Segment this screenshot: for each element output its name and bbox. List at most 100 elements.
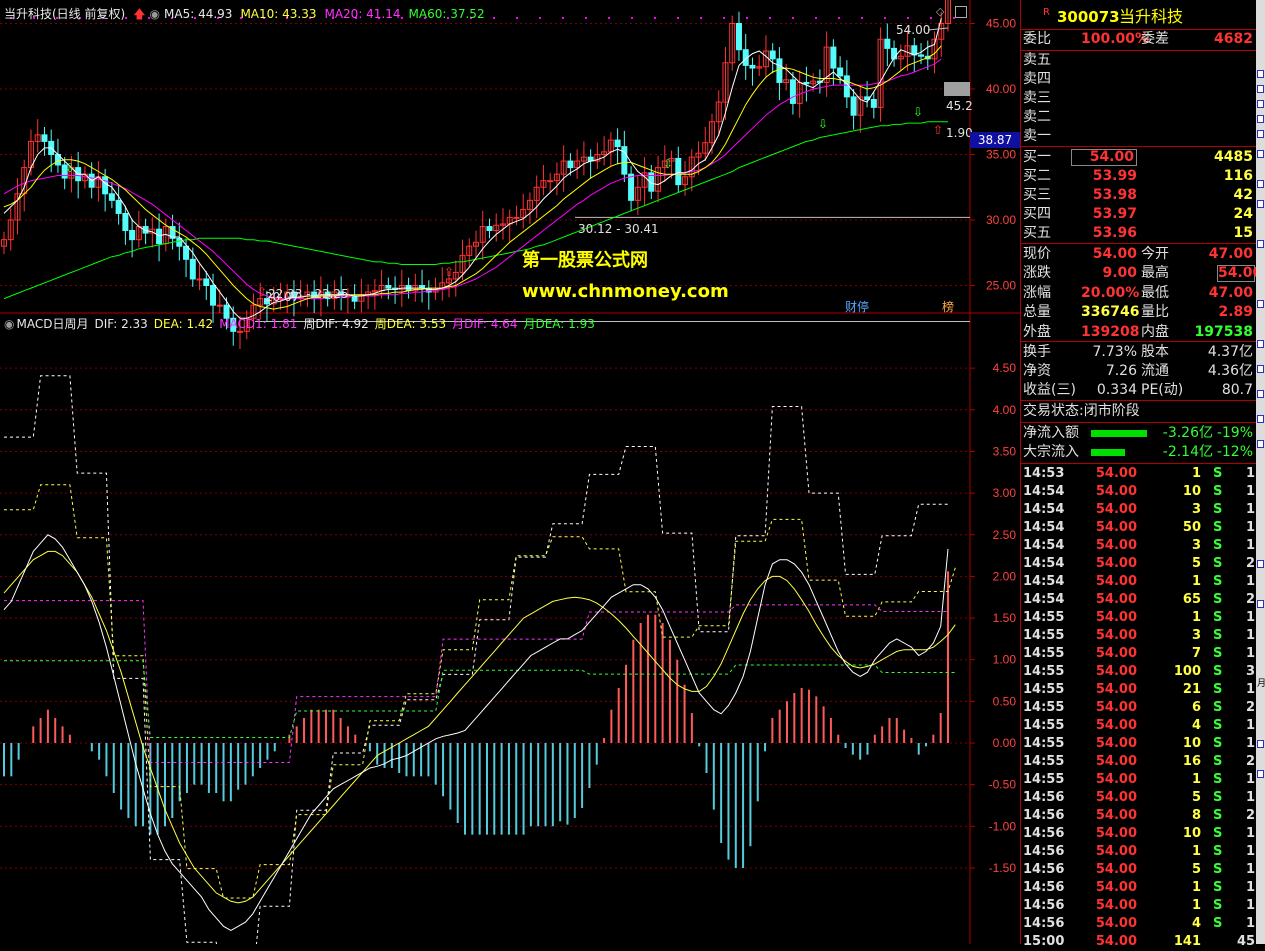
tick-row: 14:54 54.00 3 S 1 [1021, 501, 1257, 519]
settings-icon[interactable]: ◉ [150, 7, 160, 21]
toolbar-icon[interactable] [1257, 180, 1264, 188]
candle-body [156, 228, 163, 245]
chart-area[interactable]: 50.0045.0040.0035.0030.0025.00⇩⇩⇩⇩⇧⇧⇧4.5… [0, 0, 1020, 944]
candle-body [210, 285, 217, 306]
candle-body [789, 79, 796, 104]
macd-axis-tick-label: 0.00 [993, 736, 1017, 750]
toolbar-icon[interactable] [1257, 70, 1264, 78]
fund-value: 7.73% [1092, 344, 1137, 360]
candle-body [203, 278, 210, 287]
toolbar-icon[interactable] [1257, 150, 1264, 158]
tick-side: S [1213, 808, 1223, 823]
toolbar-icon[interactable] [1257, 240, 1264, 248]
tick-row: 14:55 54.00 4 S 1 [1021, 717, 1257, 735]
ma60-line [3, 121, 948, 300]
tick-side: S [1213, 826, 1223, 841]
stat-label: 现价 [1023, 246, 1051, 262]
tick-volume: 1 [1191, 844, 1201, 859]
toolbar-icon[interactable] [1257, 200, 1264, 208]
weibi-value: 100.00% [1081, 31, 1150, 47]
toolbar-icon[interactable] [1257, 130, 1264, 138]
tick-price: 54.00 [1095, 700, 1137, 715]
tick-volume: 1 [1191, 574, 1201, 589]
toolbar-icon[interactable] [1257, 100, 1264, 108]
toolbar-icon[interactable] [1257, 770, 1264, 778]
buy-level-row[interactable]: 买五 53.96 15 [1021, 224, 1257, 243]
stat-row: 涨幅 20.00% 最低 47.00 [1021, 284, 1257, 303]
price-axis-tick-label: 35.00 [986, 148, 1016, 162]
tick-time: 14:53 [1023, 466, 1065, 481]
toolbar-icon[interactable] [1257, 300, 1264, 308]
weibi-row: 委比 100.00% 委差 4682 [1021, 30, 1257, 49]
toolbar-icon[interactable] [1257, 415, 1264, 423]
fund-value: 7.26 [1105, 363, 1137, 379]
buy-level-row[interactable]: 买二 53.99 116 [1021, 167, 1257, 186]
window-restore-icon[interactable] [955, 6, 967, 18]
tick-row: 14:54 54.00 10 S 1 [1021, 483, 1257, 501]
candle-body [769, 50, 776, 60]
tick-volume: 100 [1173, 664, 1201, 679]
tick-side: S [1213, 628, 1223, 643]
tick-count: 1 [1245, 628, 1255, 643]
tick-row: 14:55 54.00 1 S 1 [1021, 771, 1257, 789]
candle-body [41, 134, 48, 142]
diamond-icon[interactable]: ◇ [936, 5, 944, 18]
tick-time: 14:55 [1023, 736, 1065, 751]
settings-icon[interactable]: ◉ [4, 317, 14, 331]
toolbar-icon[interactable] [1257, 390, 1264, 398]
caibao-badge[interactable]: 财停 [845, 298, 869, 315]
tick-count: 1 [1245, 844, 1255, 859]
toolbar-icon[interactable] [1257, 740, 1264, 748]
buy-level-row[interactable]: 买三 53.98 42 [1021, 186, 1257, 205]
tick-volume: 10 [1182, 826, 1201, 841]
weicha-label: 委差 [1141, 31, 1169, 47]
toolbar-icon[interactable] [1257, 440, 1264, 448]
tick-side: S [1213, 646, 1223, 661]
toolbar-icon[interactable] [1257, 340, 1264, 348]
stat-value-2: 2.89 [1218, 304, 1253, 321]
tick-volume: 3 [1191, 502, 1201, 517]
tick-volume: 4 [1191, 916, 1201, 931]
buy-level-row[interactable]: 买一 54.00 4485 [1021, 148, 1257, 167]
tick-volume: 50 [1182, 520, 1201, 535]
signal-dot [654, 17, 656, 19]
buy-level-price: 53.98 [1092, 187, 1137, 203]
right-mark-2: 1.90 [946, 126, 973, 140]
tick-time: 14:55 [1023, 700, 1065, 715]
toolbar-icon[interactable] [1257, 85, 1264, 93]
ma10-line [3, 45, 942, 310]
gray-price-box [944, 82, 970, 96]
fund-flow-row: 净流入额 -3.26亿 -19% [1021, 424, 1257, 443]
toolbar-icon[interactable] [1257, 560, 1264, 568]
candle-body [115, 199, 122, 214]
watermark-url: www.chnmoney.com [522, 281, 729, 302]
fund-value-2: 80.7 [1221, 382, 1253, 398]
fund-value-2: 4.37亿 [1207, 344, 1253, 360]
fundamental-row: 换手 7.73% 股本 4.37亿 [1021, 343, 1257, 362]
candle-body [513, 216, 520, 219]
bang-badge[interactable]: 榜 [942, 298, 954, 315]
tick-row: 14:56 54.00 10 S 1 [1021, 825, 1257, 843]
candle-body [749, 64, 756, 69]
ma60-label: MA60: 37.52 [408, 7, 485, 21]
toolbar-icon[interactable] [1257, 365, 1264, 373]
tick-count: 2 [1245, 808, 1255, 823]
buy-level-row[interactable]: 买四 53.97 24 [1021, 205, 1257, 224]
tick-price: 54.00 [1095, 880, 1137, 895]
ma5-line [3, 18, 942, 319]
tick-row: 14:55 54.00 16 S 2 [1021, 753, 1257, 771]
tick-count: 1 [1245, 646, 1255, 661]
toolbar-icon[interactable] [1257, 115, 1264, 123]
tick-row: 14:54 54.00 5 S 2 [1021, 555, 1257, 573]
toolbar-icon[interactable] [1257, 600, 1264, 608]
signal-dot [792, 17, 794, 19]
tick-count: 1 [1245, 520, 1255, 535]
high-price-label: 54.00 [896, 23, 931, 37]
tick-side: S [1213, 772, 1223, 787]
chart-canvas[interactable]: 50.0045.0040.0035.0030.0025.00⇩⇩⇩⇩⇧⇧⇧4.5… [0, 0, 1020, 944]
tick-volume: 8 [1191, 808, 1201, 823]
tick-time: 14:54 [1023, 502, 1065, 517]
candle-body [189, 258, 196, 280]
tick-row: 14:56 54.00 1 S 1 [1021, 843, 1257, 861]
side-toolbar[interactable]: 月 [1256, 0, 1265, 944]
